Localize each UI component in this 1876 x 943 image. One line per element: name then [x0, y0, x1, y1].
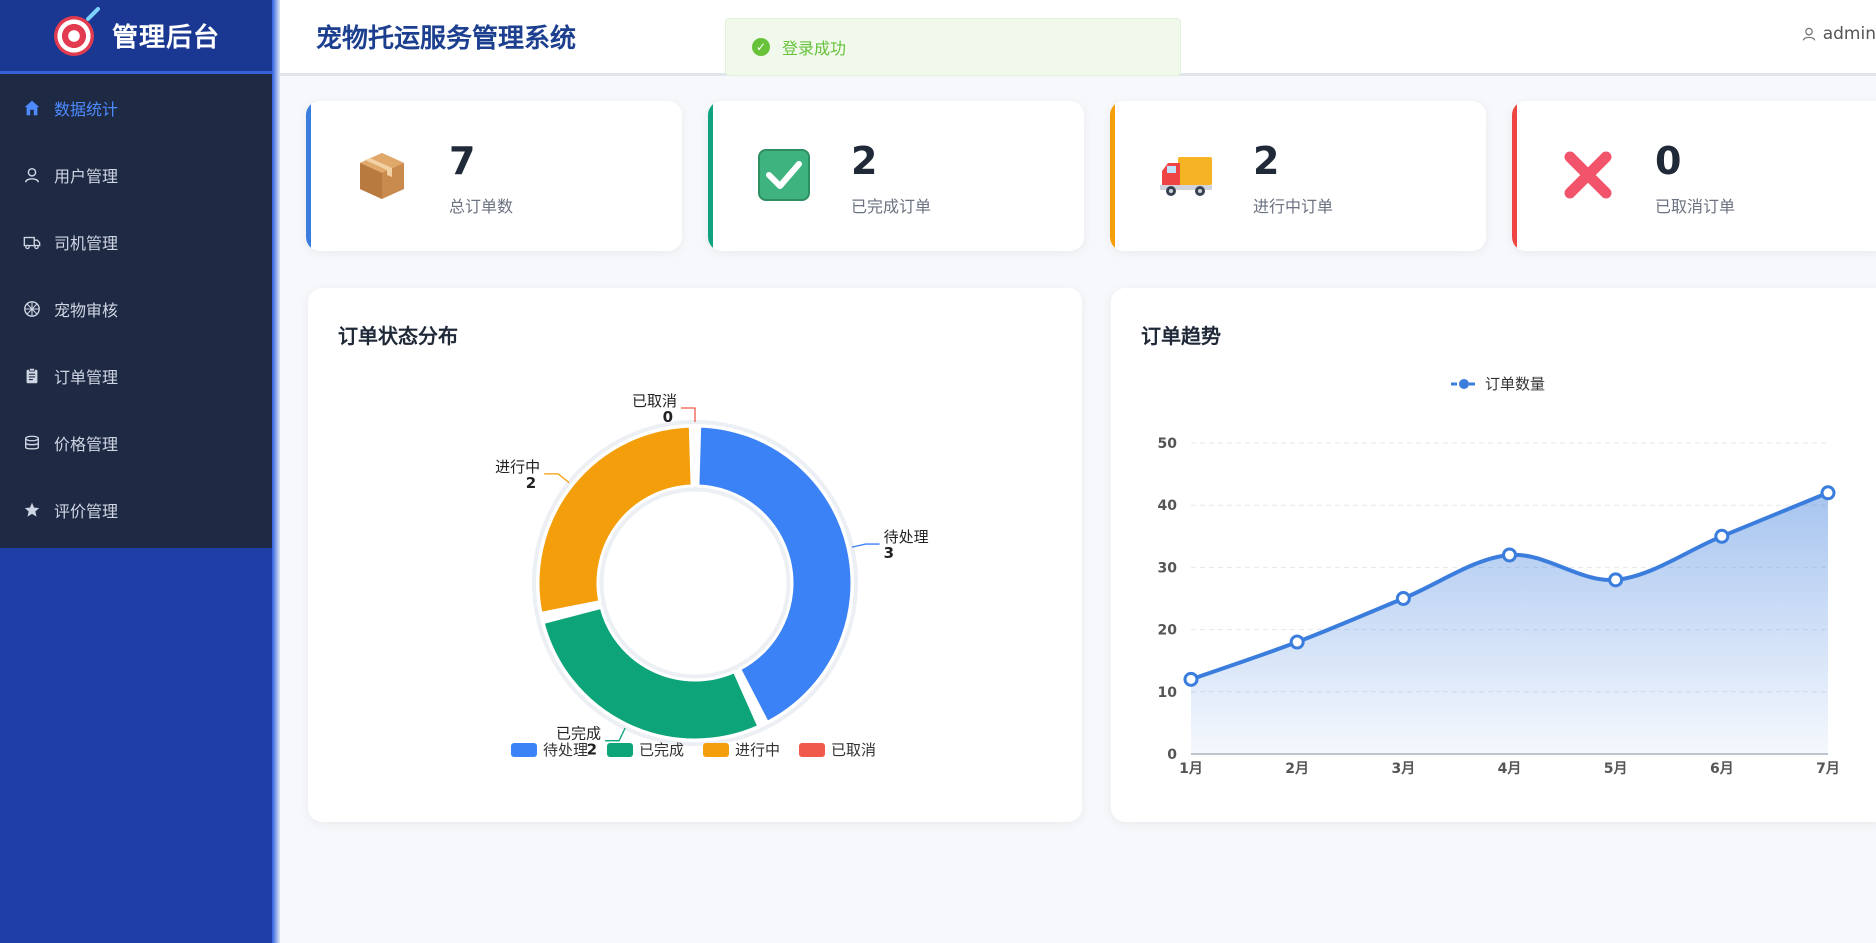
stat-value: 2 — [851, 139, 878, 183]
legend-swatch-2 — [703, 743, 729, 757]
data-point-6 — [1820, 485, 1836, 501]
stat-label: 总订单数 — [449, 197, 514, 216]
legend-label-1: 已完成 — [639, 741, 684, 759]
donut-leader-2 — [544, 473, 570, 484]
database-icon — [22, 433, 42, 453]
paw-icon — [22, 299, 42, 319]
donut-value-1: 2 — [587, 741, 597, 759]
check-icon — [758, 149, 810, 201]
donut-inner-ring — [598, 486, 792, 680]
order-status-donut-chart: 待处理3已完成2进行中2已取消0待处理 已完成 进行中 已取消 — [495, 392, 928, 759]
sidebar-item-pets[interactable]: 宠物审核 — [0, 275, 272, 342]
cross-icon — [1564, 151, 1612, 199]
y-tick-10: 10 — [1158, 685, 1178, 701]
page-title: 宠物托运服务管理系统 — [316, 24, 577, 54]
data-point-1 — [1289, 634, 1305, 650]
x-tick-2: 3月 — [1391, 761, 1415, 777]
x-tick-0: 1月 — [1179, 761, 1203, 777]
order-trend-area-chart: 0 10 20 30 40 50 1月 2月 3月 4月 5月 6月 7月 订单数量 — [1158, 375, 1840, 777]
donut-value-2: 2 — [526, 474, 536, 492]
stat-label: 进行中订单 — [1253, 197, 1334, 216]
stat-card-completed: 2 已完成订单 — [708, 101, 1084, 251]
x-tick-1: 2月 — [1285, 761, 1309, 777]
home-icon — [22, 98, 42, 118]
y-tick-30: 30 — [1158, 560, 1178, 576]
donut-leader-3 — [681, 407, 696, 422]
package-icon — [360, 153, 404, 199]
stat-value: 0 — [1655, 139, 1682, 183]
y-tick-40: 40 — [1158, 498, 1178, 514]
header: 宠物托运服务管理系统 ✓ 登录成功 admin — [280, 0, 1876, 76]
login-success-toast: ✓ 登录成功 — [725, 18, 1181, 76]
legend-label-3: 已取消 — [831, 741, 876, 759]
stat-card-total: 7 总订单数 — [306, 101, 682, 251]
user-icon — [1802, 27, 1815, 41]
brand-title: 管理后台 — [112, 23, 221, 53]
sidebar-divider — [272, 0, 280, 943]
sidebar-item-label: 订单管理 — [54, 367, 119, 387]
data-point-5 — [1714, 528, 1730, 544]
sidebar-item-label: 数据统计 — [54, 99, 119, 119]
x-tick-3: 4月 — [1498, 761, 1522, 777]
sidebar-item-reviews[interactable]: 评价管理 — [0, 476, 272, 543]
legend-label-0: 待处理 — [543, 741, 588, 759]
delivery-truck-icon — [1160, 157, 1212, 196]
sidebar-item-stats[interactable]: 数据统计 — [0, 74, 272, 141]
donut-value-3: 0 — [663, 408, 673, 426]
target-logo-icon — [54, 15, 94, 56]
toast-message: 登录成功 — [782, 39, 847, 58]
sidebar-item-label: 评价管理 — [54, 501, 119, 521]
sidebar-item-drivers[interactable]: 司机管理 — [0, 208, 272, 275]
y-tick-0: 0 — [1167, 747, 1177, 763]
stat-value: 7 — [449, 139, 476, 183]
data-point-4 — [1608, 572, 1624, 588]
sidebar: 管理后台 数据统计 用户管理 司机管理 宠物审核 订单管理 价格管理 评价管理 — [0, 0, 272, 943]
y-tick-20: 20 — [1158, 623, 1178, 639]
legend-swatch-3 — [799, 743, 825, 757]
stat-label: 已取消订单 — [1655, 197, 1736, 216]
sidebar-item-orders[interactable]: 订单管理 — [0, 342, 272, 409]
x-tick-5: 6月 — [1710, 761, 1734, 777]
star-icon — [22, 500, 42, 520]
donut-value-0: 3 — [884, 544, 894, 562]
truck-icon — [22, 232, 42, 252]
check-circle-icon: ✓ — [752, 38, 770, 56]
order-trend-panel: 订单趋势 0 10 20 30 40 50 1月 2月 3月 4月 5月 6月 7月 订单数量 — [1111, 288, 1876, 822]
stat-card-cancelled: 0 已取消订单 — [1512, 101, 1876, 251]
stat-value: 2 — [1253, 139, 1280, 183]
sidebar-item-label: 用户管理 — [54, 166, 119, 186]
data-point-2 — [1395, 591, 1411, 606]
clipboard-icon — [22, 366, 42, 386]
sidebar-item-prices[interactable]: 价格管理 — [0, 409, 272, 476]
sidebar-item-label: 宠物审核 — [54, 300, 119, 320]
order-status-panel: 订单状态分布 待处理 3 已完成 2 进行中 2 已取消 0 待处理 已完成 进行中 已取消 — [308, 288, 1082, 822]
data-point-0 — [1183, 671, 1199, 687]
username: admin — [1822, 24, 1876, 44]
legend-label-2: 进行中 — [735, 741, 780, 759]
donut-leader-1 — [605, 727, 626, 742]
y-tick-50: 50 — [1158, 436, 1178, 452]
user-menu[interactable]: admin — [1801, 24, 1876, 44]
sidebar-menu: 数据统计 用户管理 司机管理 宠物审核 订单管理 价格管理 评价管理 — [0, 74, 272, 548]
x-tick-6: 7月 — [1816, 761, 1840, 777]
user-icon — [22, 165, 42, 185]
legend-swatch-1 — [607, 743, 633, 757]
x-tick-4: 5月 — [1604, 761, 1628, 777]
sidebar-item-users[interactable]: 用户管理 — [0, 141, 272, 208]
sidebar-item-label: 司机管理 — [54, 233, 119, 253]
sidebar-item-label: 价格管理 — [54, 434, 119, 454]
stat-card-in-progress: 2 进行中订单 — [1110, 101, 1486, 251]
legend-swatch-0 — [511, 743, 537, 757]
legend-marker — [1459, 379, 1469, 389]
brand: 管理后台 — [0, 0, 272, 74]
legend-label: 订单数量 — [1485, 375, 1545, 393]
data-point-3 — [1502, 547, 1517, 563]
stat-label: 已完成订单 — [851, 197, 932, 216]
donut-leader-0 — [851, 543, 880, 548]
